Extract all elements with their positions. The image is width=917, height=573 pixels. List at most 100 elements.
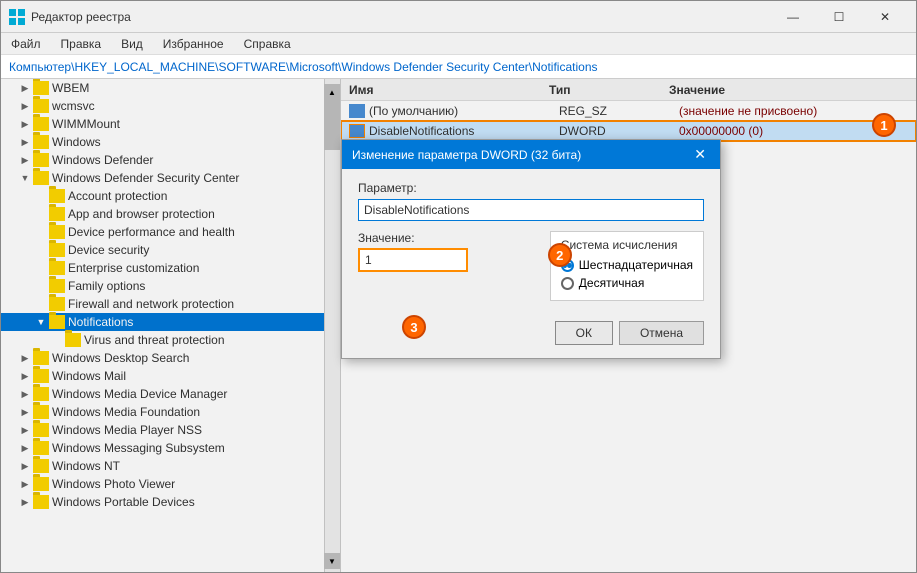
tree-item-wcmsvc[interactable]: ▶ wcmsvc (1, 97, 340, 115)
param-label: Параметр: (358, 181, 704, 195)
radio-dec[interactable]: Десятичная (561, 276, 693, 290)
param-input[interactable] (358, 199, 704, 221)
tree-item-wmf[interactable]: ▶ Windows Media Foundation (1, 403, 340, 421)
tree-item-app-browser[interactable]: App and browser protection (1, 205, 340, 223)
titlebar: Редактор реестра — ☐ ✕ (1, 1, 916, 33)
dialog-close-button[interactable]: ✕ (690, 146, 710, 163)
reg-item-disable-notifications[interactable]: DisableNotifications DWORD 0x00000000 (0… (341, 121, 916, 141)
folder-icon (33, 99, 49, 113)
folder-icon (65, 333, 81, 347)
folder-icon (33, 423, 49, 437)
expand-icon: ▶ (17, 476, 33, 492)
tree-item-enterprise[interactable]: Enterprise customization (1, 259, 340, 277)
folder-icon (49, 315, 65, 329)
folder-icon (33, 153, 49, 167)
scrollbar-down[interactable]: ▼ (324, 553, 340, 569)
expand-icon: ▶ (17, 350, 33, 366)
menu-edit[interactable]: Правка (55, 36, 108, 52)
tree-item-windows-defender[interactable]: ▶ Windows Defender (1, 151, 340, 169)
ok-button[interactable]: ОК (555, 321, 613, 345)
tree-item-wnt[interactable]: ▶ Windows NT (1, 457, 340, 475)
tree-item-firewall[interactable]: Firewall and network protection (1, 295, 340, 313)
expand-icon: ▶ (17, 494, 33, 510)
app-icon (9, 9, 25, 25)
dialog-titlebar: Изменение параметра DWORD (32 бита) ✕ (342, 140, 720, 169)
badge-1: 1 (872, 113, 896, 137)
expand-icon: ▶ (17, 422, 33, 438)
folder-icon (49, 243, 65, 257)
radio-hex[interactable]: Шестнадцатеричная (561, 258, 693, 272)
tree-item-family[interactable]: Family options (1, 277, 340, 295)
expand-icon (33, 206, 49, 222)
menu-view[interactable]: Вид (115, 36, 149, 52)
folder-icon (33, 405, 49, 419)
expand-icon: ▶ (17, 440, 33, 456)
dialog-buttons: 3 ОК Отмена (342, 313, 720, 357)
maximize-button[interactable]: ☐ (816, 1, 862, 33)
expand-icon (33, 260, 49, 276)
expand-icon: ▶ (17, 98, 33, 114)
folder-icon (33, 495, 49, 509)
tree-item-wds[interactable]: ▶ Windows Desktop Search (1, 349, 340, 367)
tree-item-notifications[interactable]: ▼ Notifications (1, 313, 340, 331)
tree-item-virus[interactable]: Virus and threat protection (1, 331, 340, 349)
tree-item-windows[interactable]: ▶ Windows (1, 133, 340, 151)
radio-hex-label: Шестнадцатеричная (579, 258, 693, 272)
folder-icon (33, 369, 49, 383)
expand-icon: ▶ (17, 80, 33, 96)
window-title: Редактор реестра (31, 10, 131, 24)
dialog-title: Изменение параметра DWORD (32 бита) (352, 148, 581, 162)
scrollbar-thumb[interactable] (324, 100, 340, 150)
tree-item-wdsc[interactable]: ▼ Windows Defender Security Center (1, 169, 340, 187)
folder-icon (49, 207, 65, 221)
tree-item-wmpnss[interactable]: ▶ Windows Media Player NSS (1, 421, 340, 439)
minimize-button[interactable]: — (770, 1, 816, 33)
value-label: Значение: (358, 231, 540, 245)
close-button[interactable]: ✕ (862, 1, 908, 33)
folder-icon (33, 117, 49, 131)
dialog-content: Параметр: Значение: 2 Система и (342, 169, 720, 313)
tree-item-device-perf[interactable]: Device performance and health (1, 223, 340, 241)
folder-icon (33, 351, 49, 365)
column-headers: Имя Тип Значение (341, 79, 916, 101)
expand-icon: ▶ (17, 386, 33, 402)
tree-item-wpv[interactable]: ▶ Windows Photo Viewer (1, 475, 340, 493)
expand-icon (33, 224, 49, 240)
folder-icon (49, 279, 65, 293)
tree-item-wmail[interactable]: ▶ Windows Mail (1, 367, 340, 385)
tree-item-device-sec[interactable]: Device security (1, 241, 340, 259)
menu-file[interactable]: Файл (5, 36, 47, 52)
folder-icon (49, 261, 65, 275)
folder-icon (49, 297, 65, 311)
tree-item-wmdm[interactable]: ▶ Windows Media Device Manager (1, 385, 340, 403)
folder-icon (33, 459, 49, 473)
tree-item-wimmount[interactable]: ▶ WIMMMount (1, 115, 340, 133)
reg-icon (349, 104, 365, 118)
radio-title: Система исчисления (561, 238, 693, 252)
menu-favorites[interactable]: Избранное (157, 36, 230, 52)
reg-item-default[interactable]: (По умолчанию) REG_SZ (значение не присв… (341, 101, 916, 121)
scrollbar-up[interactable]: ▲ (324, 84, 340, 100)
expand-icon: ▼ (33, 314, 49, 330)
menu-help[interactable]: Справка (238, 36, 297, 52)
reg-icon-selected (349, 124, 365, 138)
cancel-button[interactable]: Отмена (619, 321, 704, 345)
tree-item-account-protection[interactable]: Account protection (1, 187, 340, 205)
address-path: Компьютер\HKEY_LOCAL_MACHINE\SOFTWARE\Mi… (9, 60, 598, 74)
address-bar: Компьютер\HKEY_LOCAL_MACHINE\SOFTWARE\Mi… (1, 55, 916, 79)
value-section: Значение: 2 (358, 231, 540, 272)
value-input[interactable] (358, 248, 468, 272)
expand-icon: ▶ (17, 134, 33, 150)
tree-scrollbar[interactable]: ▲ ▼ (324, 79, 340, 573)
folder-icon (49, 225, 65, 239)
tree-item-wbem[interactable]: ▶ WBEM (1, 79, 340, 97)
tree-panel: ▶ WBEM ▶ wcmsvc ▶ WIMMMount ▶ Windows (1, 79, 341, 573)
expand-icon (33, 296, 49, 312)
folder-icon (33, 477, 49, 491)
col-type-header: Тип (549, 83, 669, 97)
folder-icon (49, 189, 65, 203)
radio-dec-circle (561, 277, 574, 290)
tree-item-wpd[interactable]: ▶ Windows Portable Devices (1, 493, 340, 511)
folder-icon (33, 441, 49, 455)
tree-item-wmsg[interactable]: ▶ Windows Messaging Subsystem (1, 439, 340, 457)
